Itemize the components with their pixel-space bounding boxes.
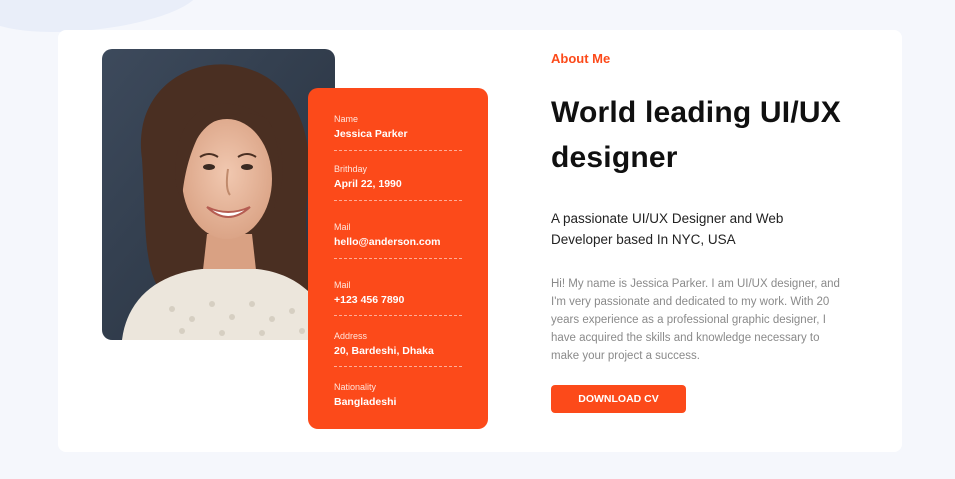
info-label: Nationality (334, 382, 377, 392)
about-content: About Me World leading UI/UX designer A … (551, 50, 881, 365)
personal-info-panel: Name Jessica Parker Brithday April 22, 1… (308, 88, 488, 429)
info-label: Name (334, 114, 359, 124)
info-item-mail: Mail hello@anderson.com (334, 201, 462, 259)
info-item-phone: Mail +123 456 7890 (334, 259, 462, 316)
info-value: Bangladeshi (334, 396, 397, 408)
info-value: 20, Bardeshi, Dhaka (334, 345, 434, 357)
info-item-nationality: Nationality Bangladeshi (334, 367, 462, 409)
info-item-birthday: Brithday April 22, 1990 (334, 151, 462, 201)
bio-line: I'm very passionate and dedicated to my … (551, 296, 830, 308)
title-line: World leading UI/UX (551, 96, 841, 129)
info-value: hello@anderson.com (334, 236, 441, 248)
info-item-address: Address 20, Bardeshi, Dhaka (334, 316, 462, 367)
info-label: Mail (334, 280, 351, 290)
info-label: Mail (334, 222, 351, 232)
bio-line: years experience as a professional graph… (551, 314, 826, 326)
bio-line: have acquired the skills and knowledge n… (551, 332, 820, 344)
title-line: designer (551, 141, 678, 174)
subtitle-line: Developer based In NYC, USA (551, 232, 736, 247)
download-cv-button[interactable]: DOWNLOAD CV (551, 385, 686, 413)
subtitle-line: A passionate UI/UX Designer and Web (551, 211, 784, 226)
info-value: +123 456 7890 (334, 294, 405, 306)
page-title: World leading UI/UX designer (551, 90, 881, 180)
bio-line: Hi! My name is Jessica Parker. I am UI/U… (551, 278, 840, 290)
info-label: Address (334, 331, 368, 341)
profile-photo (102, 49, 335, 340)
bio-paragraph: Hi! My name is Jessica Parker. I am UI/U… (551, 275, 871, 365)
subtitle: A passionate UI/UX Designer and Web Deve… (551, 208, 881, 250)
info-value: Jessica Parker (334, 128, 408, 140)
info-item-name: Name Jessica Parker (334, 114, 462, 151)
info-label: Brithday (334, 164, 368, 174)
bio-line: make your project a success. (551, 350, 700, 362)
section-eyebrow: About Me (551, 51, 611, 66)
info-value: April 22, 1990 (334, 178, 402, 190)
